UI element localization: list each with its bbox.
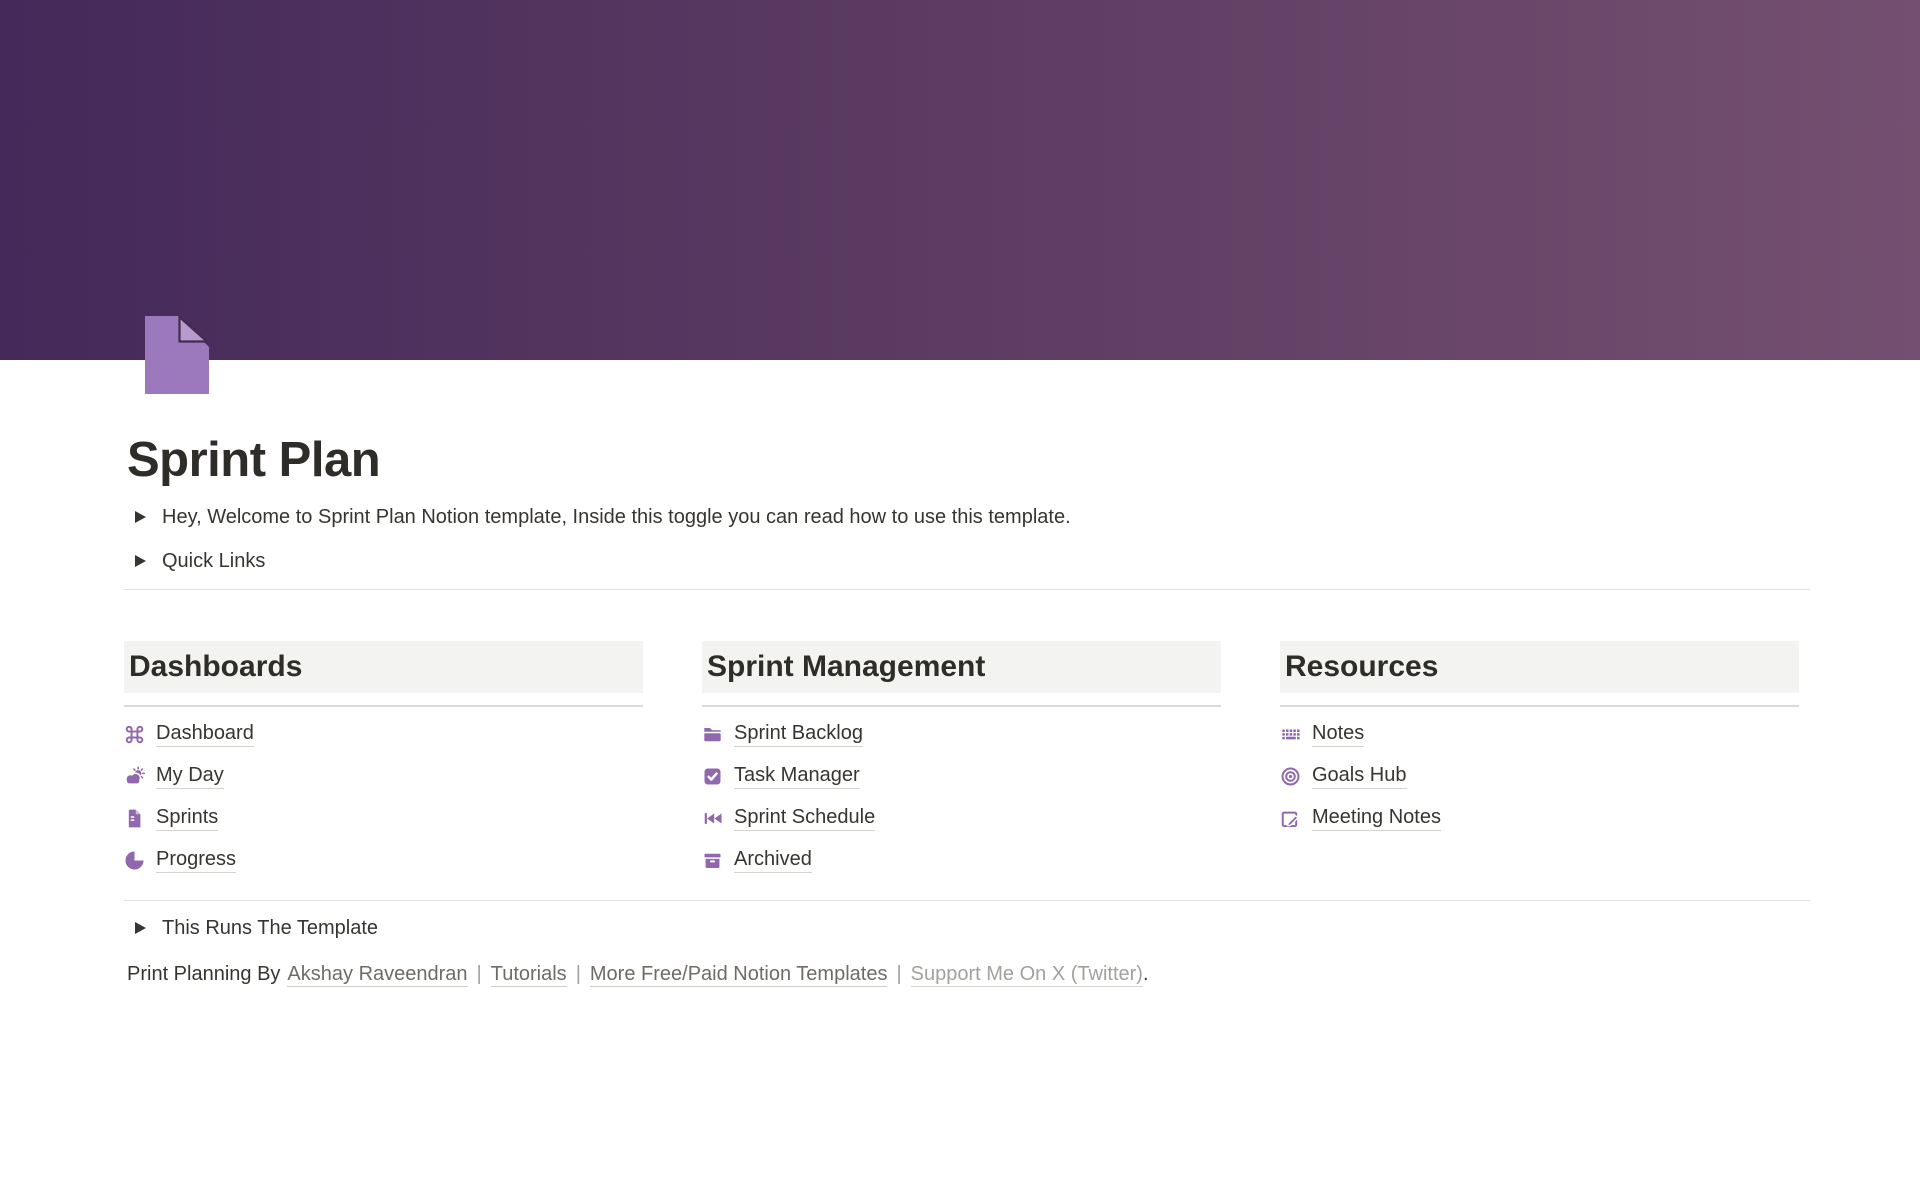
page-link-label[interactable]: Meeting Notes	[1312, 806, 1441, 831]
page-link[interactable]: Task Manager	[702, 755, 1221, 797]
triangle-glyph	[135, 511, 146, 523]
footer-suffix: .	[1143, 963, 1149, 986]
footer-separator: |	[576, 963, 581, 985]
footer-link[interactable]: Akshay Raveendran	[287, 963, 467, 987]
page-title[interactable]: Sprint Plan	[124, 431, 1810, 490]
triangle-glyph	[135, 922, 146, 934]
toggle-triangle-icon[interactable]	[127, 548, 153, 574]
page-link-label[interactable]: Task Manager	[734, 764, 860, 789]
page-link[interactable]: Dashboard	[124, 713, 643, 755]
toggle-welcome[interactable]: Hey, Welcome to Sprint Plan Notion templ…	[124, 495, 1810, 539]
section-title: Resources	[1285, 650, 1438, 684]
footer-prefix: Print Planning By	[127, 963, 280, 986]
page-link[interactable]: Goals Hub	[1280, 755, 1799, 797]
divider-bottom	[124, 900, 1810, 901]
page-link-label[interactable]: Progress	[156, 848, 236, 873]
footer-link[interactable]: Tutorials	[491, 963, 567, 987]
folder-icon	[702, 724, 723, 745]
section-column: Dashboards Dashboard My Day Sprints Prog…	[124, 641, 643, 881]
section-title: Sprint Management	[707, 650, 985, 684]
toggle-quick-links-label: Quick Links	[162, 550, 265, 573]
toggle-triangle-icon[interactable]	[127, 915, 153, 941]
page-link-label[interactable]: Dashboard	[156, 722, 254, 747]
page-link-label[interactable]: Sprint Backlog	[734, 722, 863, 747]
archive-icon	[702, 850, 723, 871]
page-link-label[interactable]: Archived	[734, 848, 812, 873]
page-link-label[interactable]: Sprint Schedule	[734, 806, 875, 831]
page-link[interactable]: Sprint Schedule	[702, 797, 1221, 839]
page-link[interactable]: Sprints	[124, 797, 643, 839]
page-icon-glyph	[145, 316, 209, 394]
pie-chart-icon	[124, 850, 145, 871]
link-list: Dashboard My Day Sprints Progress	[124, 713, 643, 881]
compose-icon	[1280, 808, 1301, 829]
section-header: Sprint Management	[702, 641, 1221, 693]
footer: Print Planning By Akshay Raveendran | Tuto…	[124, 953, 1810, 995]
command-icon	[124, 724, 145, 745]
link-list: Notes Goals Hub Meeting Notes	[1280, 713, 1799, 839]
toggle-runs-template-label: This Runs The Template	[162, 917, 378, 940]
page-link[interactable]: Progress	[124, 839, 643, 881]
toggle-welcome-label: Hey, Welcome to Sprint Plan Notion templ…	[162, 506, 1071, 529]
divider-top	[124, 589, 1810, 590]
footer-links: Akshay Raveendran | Tutorials | More Free/Pa…	[287, 963, 1143, 986]
target-icon	[1280, 766, 1301, 787]
section-column: Resources Notes Goals Hub Meeting Notes	[1280, 641, 1799, 881]
section-divider	[1280, 705, 1799, 707]
toggle-runs-template[interactable]: This Runs The Template	[124, 906, 1810, 950]
footer-link[interactable]: More Free/Paid Notion Templates	[590, 963, 888, 987]
link-list: Sprint Backlog Task Manager Sprint Sched…	[702, 713, 1221, 881]
keyboard-icon	[1280, 724, 1301, 745]
footer-separator: |	[477, 963, 482, 985]
page-link[interactable]: Archived	[702, 839, 1221, 881]
page-link-label[interactable]: Notes	[1312, 722, 1364, 747]
checkbox-icon	[702, 766, 723, 787]
section-divider	[124, 705, 643, 707]
triangle-glyph	[135, 555, 146, 567]
document-icon	[124, 808, 145, 829]
toggle-quick-links[interactable]: Quick Links	[124, 539, 1810, 583]
toggle-triangle-icon[interactable]	[127, 504, 153, 530]
page-link-label[interactable]: My Day	[156, 764, 224, 789]
page-link-label[interactable]: Goals Hub	[1312, 764, 1407, 789]
section-column: Sprint Management Sprint Backlog Task Ma…	[702, 641, 1221, 881]
section-header: Dashboards	[124, 641, 643, 693]
page-content: Sprint Plan Hey, Welcome to Sprint Plan …	[124, 360, 1810, 995]
columns: Dashboards Dashboard My Day Sprints Prog…	[124, 641, 1810, 881]
cover-image	[0, 0, 1920, 360]
page-link[interactable]: Meeting Notes	[1280, 797, 1799, 839]
rewind-icon	[702, 808, 723, 829]
section-title: Dashboards	[129, 650, 302, 684]
page-link[interactable]: Notes	[1280, 713, 1799, 755]
page-link[interactable]: My Day	[124, 755, 643, 797]
page-link[interactable]: Sprint Backlog	[702, 713, 1221, 755]
page-link-label[interactable]: Sprints	[156, 806, 218, 831]
page-icon[interactable]	[145, 316, 209, 394]
section-divider	[702, 705, 1221, 707]
footer-separator: |	[896, 963, 901, 985]
section-header: Resources	[1280, 641, 1799, 693]
footer-link[interactable]: Support Me On X (Twitter)	[911, 963, 1143, 987]
sun-cloud-icon	[124, 766, 145, 787]
